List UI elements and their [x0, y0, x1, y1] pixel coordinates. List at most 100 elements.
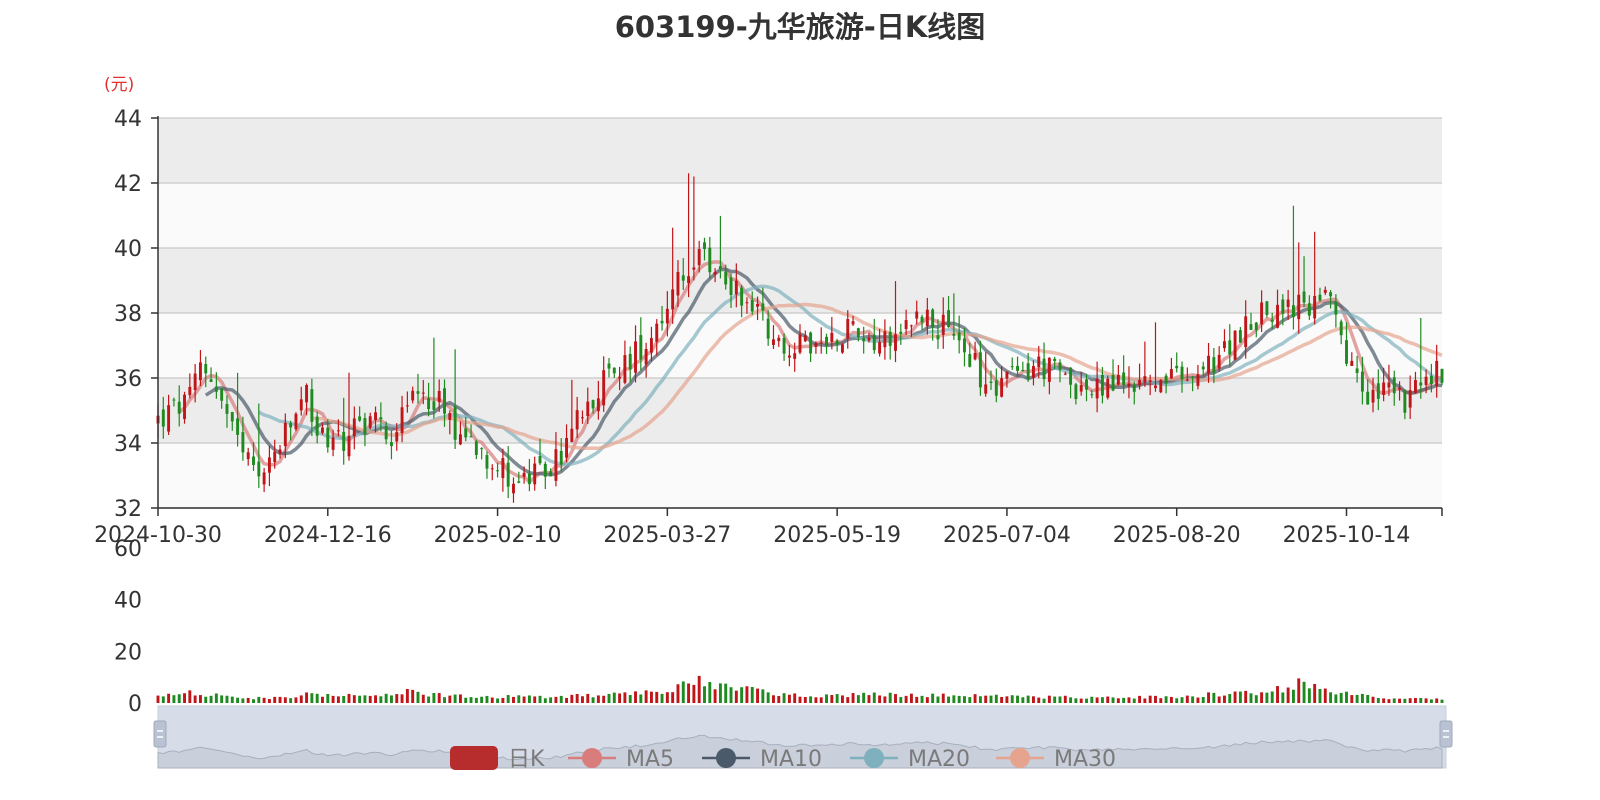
volume-bar: [1010, 695, 1014, 703]
volume-bar: [1435, 698, 1439, 703]
volume-bar: [825, 694, 828, 703]
volume-bar: [273, 696, 277, 703]
volume-bar: [1154, 695, 1157, 703]
volume-bar: [1164, 696, 1168, 703]
volume-bar: [1106, 696, 1110, 703]
volume-bar: [554, 696, 558, 703]
volume-bar: [681, 681, 685, 703]
volume-bar: [814, 697, 818, 703]
volume-bar: [952, 695, 956, 703]
volume-bars: [156, 675, 1444, 703]
volume-bar: [867, 695, 871, 703]
volume-bar: [427, 696, 431, 703]
volume-bar: [1382, 698, 1386, 703]
volume-bar: [1249, 693, 1253, 703]
volume-bar: [973, 694, 977, 703]
volume-bar: [321, 696, 324, 703]
zoom-handle-left: [153, 720, 167, 748]
volume-bar: [1005, 696, 1009, 703]
volume-bar: [708, 682, 712, 703]
volume-bar: [1074, 698, 1078, 703]
volume-bar: [602, 695, 606, 703]
volume-bar: [745, 686, 749, 703]
volume-bar: [968, 697, 972, 703]
volume-bar: [167, 693, 171, 703]
candle: [294, 412, 298, 432]
volume-bar: [692, 684, 696, 703]
volume-bar: [989, 695, 993, 703]
volume-bar: [1063, 695, 1067, 703]
volume-bar: [1291, 689, 1295, 703]
volume-bar: [336, 696, 340, 703]
volume-bar: [1175, 698, 1179, 703]
volume-bar: [915, 696, 919, 703]
volume-bar: [1201, 697, 1205, 703]
volume-bar: [156, 695, 160, 703]
volume-bar: [1286, 687, 1290, 703]
volume-bar: [612, 692, 616, 703]
volume-bar: [665, 692, 669, 703]
volume-bar: [777, 695, 781, 703]
x-tick-label: 2025-03-27: [603, 523, 731, 548]
zoom-handle-right: [1439, 720, 1453, 748]
volume-bar: [941, 693, 945, 703]
volume-bar: [718, 683, 722, 703]
volume-bar: [1387, 699, 1391, 703]
volume-bar: [734, 690, 738, 703]
volume-bar: [947, 696, 951, 703]
x-tick-label: 2025-02-10: [434, 523, 562, 548]
volume-bar: [798, 696, 802, 703]
volume-bar: [676, 684, 680, 703]
volume-bar: [660, 693, 664, 703]
volume-bar: [1360, 693, 1364, 703]
volume-bar: [1143, 698, 1147, 703]
volume-bar: [188, 690, 192, 703]
legend-label: MA10: [760, 747, 822, 772]
volume-bar: [687, 683, 691, 703]
kline-chart[interactable]: 32343638404244 2024-10-30 2024-12-16 2025-…: [0, 0, 1600, 800]
volume-bar: [1345, 691, 1348, 703]
volume-bar: [1265, 692, 1269, 703]
volume-bar: [1021, 697, 1025, 703]
volume-bar: [803, 696, 807, 703]
volume-bar: [405, 688, 409, 703]
volume-bar: [1408, 698, 1412, 703]
volume-bar: [671, 692, 675, 703]
volume-y-axis: 0 20 40 60: [114, 537, 142, 717]
volume-bar: [299, 695, 303, 703]
volume-bar: [644, 690, 648, 703]
volume-bar: [586, 693, 590, 703]
volume-bar: [506, 695, 510, 703]
price-tick-label: 32: [114, 497, 142, 522]
volume-bar: [1079, 698, 1083, 703]
volume-bar: [596, 695, 600, 703]
volume-bar: [729, 687, 733, 703]
volume-bar: [416, 691, 420, 703]
volume-bar: [352, 695, 356, 703]
volume-bar: [697, 675, 701, 703]
volume-bar: [888, 692, 892, 703]
x-tick-label: 2025-10-14: [1283, 523, 1411, 548]
candle: [1106, 375, 1110, 400]
volume-bar: [1212, 692, 1216, 703]
volume-bar: [565, 697, 569, 703]
volume-bar: [1302, 681, 1306, 703]
price-tick-label: 36: [114, 367, 142, 392]
volume-bar: [522, 696, 526, 703]
volume-bar: [1238, 691, 1242, 703]
volume-bar: [1307, 688, 1311, 703]
volume-bar: [862, 692, 866, 703]
volume-bar: [1111, 697, 1115, 703]
price-tick-label: 40: [114, 237, 142, 262]
volume-bar: [978, 696, 982, 703]
volume-bar: [1122, 697, 1126, 703]
volume-bar: [496, 698, 500, 703]
volume-bar: [1217, 696, 1221, 703]
volume-bar: [618, 693, 622, 703]
volume-bar: [538, 695, 542, 703]
volume-bar: [1313, 683, 1317, 703]
volume-bar: [1169, 696, 1173, 703]
volume-bar: [740, 687, 744, 703]
volume-bar: [575, 694, 579, 703]
volume-bar: [581, 696, 584, 703]
